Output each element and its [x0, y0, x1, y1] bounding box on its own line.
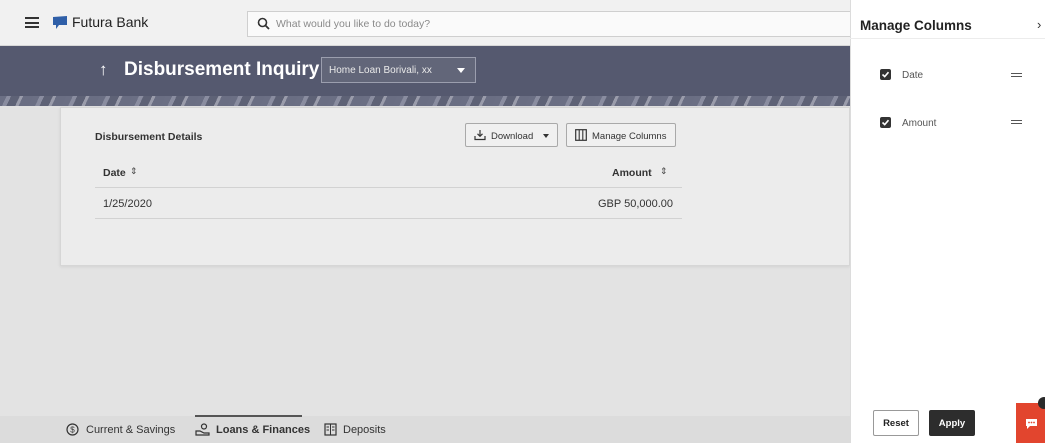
loan-hand-icon	[195, 423, 210, 436]
download-label: Download	[491, 131, 534, 142]
banner-pattern	[0, 96, 850, 106]
chevron-down-icon	[457, 68, 465, 73]
sort-icon[interactable]: ⇕	[130, 166, 138, 177]
columns-icon	[575, 129, 587, 141]
brand-name: Futura Bank	[72, 14, 149, 30]
reset-button[interactable]: Reset	[873, 410, 919, 436]
drag-handle-icon[interactable]	[1011, 120, 1022, 124]
download-button[interactable]: Download	[465, 123, 558, 147]
account-select[interactable]: Home Loan Borivali, xx	[321, 57, 476, 83]
tab-deposits[interactable]: Deposits	[343, 424, 386, 436]
tab-current-savings[interactable]: Current & Savings	[86, 424, 175, 436]
chat-button[interactable]	[1016, 403, 1045, 443]
search-input[interactable]	[276, 15, 776, 33]
checkbox-date[interactable]	[880, 69, 891, 80]
chevron-down-icon	[543, 134, 549, 138]
manage-columns-button[interactable]: Manage Columns	[566, 123, 676, 147]
column-header-amount[interactable]: Amount	[612, 167, 652, 179]
card-title: Disbursement Details	[95, 131, 203, 143]
active-tab-indicator	[195, 415, 302, 417]
column-label-date: Date	[902, 70, 924, 81]
checkbox-amount[interactable]	[880, 117, 891, 128]
download-icon	[474, 130, 486, 141]
svg-text:$: $	[70, 426, 75, 435]
bank-logo-icon	[53, 16, 67, 29]
column-header-date[interactable]: Date	[103, 167, 126, 179]
tab-loans-finances[interactable]: Loans & Finances	[216, 424, 310, 436]
divider	[95, 218, 682, 219]
column-label-amount: Amount	[902, 118, 937, 129]
check-icon	[881, 71, 890, 78]
sort-icon[interactable]: ⇕	[660, 166, 668, 177]
manage-columns-label: Manage Columns	[592, 131, 667, 142]
panel-title: Manage Columns	[860, 18, 972, 33]
search-icon	[257, 17, 270, 30]
menu-icon[interactable]	[25, 17, 39, 28]
close-icon[interactable]: ›	[1037, 17, 1041, 32]
check-icon	[881, 119, 890, 126]
divider	[850, 38, 1045, 39]
divider	[95, 187, 682, 188]
notification-badge	[1038, 397, 1045, 409]
search-bar[interactable]	[247, 11, 850, 37]
cell-amount: GBP 50,000.00	[598, 198, 674, 210]
dollar-circle-icon: $	[66, 423, 79, 436]
deposits-icon	[324, 423, 337, 436]
back-arrow-icon[interactable]: ↑	[99, 60, 108, 80]
top-bar: Futura Bank	[0, 0, 850, 46]
manage-columns-panel	[850, 0, 1045, 443]
page-title: Disbursement Inquiry	[124, 59, 320, 80]
chat-icon	[1026, 419, 1037, 429]
drag-handle-icon[interactable]	[1011, 73, 1022, 77]
account-select-value: Home Loan Borivali, xx	[329, 65, 432, 76]
cell-date: 1/25/2020	[103, 198, 152, 210]
apply-button[interactable]: Apply	[929, 410, 975, 436]
